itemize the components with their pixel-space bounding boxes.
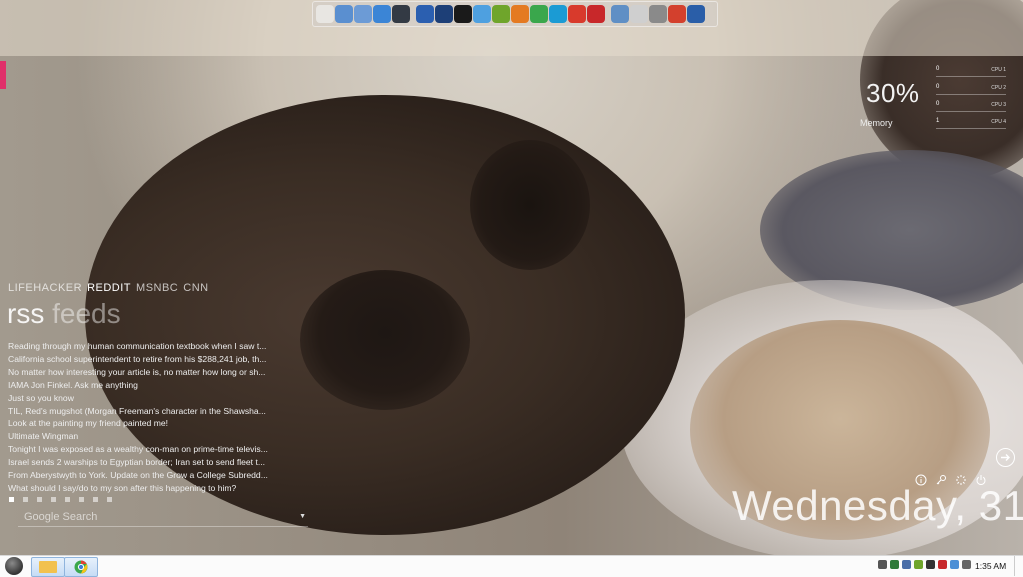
cpu-value: 0 <box>936 84 940 90</box>
rss-item[interactable]: Israel sends 2 warships to Egyptian bord… <box>8 456 273 469</box>
tab-reddit[interactable]: REDDIT <box>87 282 131 294</box>
rss-item[interactable]: From Aberystwyth to York. Update on the … <box>8 469 273 482</box>
ccleaner-icon[interactable] <box>668 5 686 23</box>
word-icon[interactable] <box>416 5 434 23</box>
cpu-meter-row: 0 CPU 1 <box>936 66 1006 77</box>
folder-icon <box>39 561 57 573</box>
rss-item[interactable]: Just so you know <box>8 392 273 405</box>
rss-tabs: LIFEHACKER REDDIT MSNBC CNN <box>8 282 209 294</box>
arrow-right-icon <box>1001 454 1010 461</box>
cpu-label: CPU 4 <box>991 119 1006 125</box>
photoshop-icon[interactable] <box>435 5 453 23</box>
rss-item[interactable]: Look at the painting my friend painted m… <box>8 417 273 430</box>
eye-icon[interactable] <box>611 5 629 23</box>
rss-title-primary: rss <box>7 298 45 329</box>
rss-item[interactable]: What should I say/do to my son after thi… <box>8 482 273 495</box>
blank-doc-icon[interactable] <box>316 5 334 23</box>
xmarks-icon[interactable] <box>568 5 586 23</box>
system-tray <box>878 560 971 569</box>
media-disc-icon[interactable] <box>454 5 472 23</box>
cpu-label: CPU 1 <box>991 67 1006 73</box>
page-dot[interactable] <box>37 497 42 502</box>
page-dot[interactable] <box>93 497 98 502</box>
chrome-icon <box>74 560 88 574</box>
taskbar-explorer-button[interactable] <box>31 557 65 577</box>
notes-icon[interactable] <box>630 5 648 23</box>
steam-icon[interactable] <box>392 5 410 23</box>
cpu-meter-row: 1 CPU 4 <box>936 118 1006 129</box>
cpu-meter-row: 0 CPU 2 <box>936 84 1006 95</box>
rss-feed-list: Reading through my human communication t… <box>8 340 273 495</box>
rss-item[interactable]: California school superintendent to reti… <box>8 353 273 366</box>
app-dock <box>312 1 718 27</box>
search-input[interactable] <box>18 509 300 525</box>
memory-label: Memory <box>860 118 893 128</box>
next-arrow-button[interactable] <box>996 448 1015 467</box>
flag-tray-icon[interactable] <box>950 560 959 569</box>
dock-separator <box>411 5 415 23</box>
folder-open-2-icon[interactable] <box>354 5 372 23</box>
wallpaper-pug-ear-shape <box>470 140 590 270</box>
date-display: Wednesday, 31 <box>732 482 1023 529</box>
taskbar-clock[interactable]: 1:35 AM <box>975 561 1006 571</box>
page-dot[interactable] <box>107 497 112 502</box>
rss-pagination <box>9 497 112 502</box>
clock-tray-icon[interactable] <box>878 560 887 569</box>
dropdown-arrow-icon[interactable]: ▼ <box>299 513 306 520</box>
cpu-label: CPU 2 <box>991 85 1006 91</box>
start-button[interactable] <box>5 557 23 575</box>
tab-lifehacker[interactable]: LIFEHACKER <box>8 282 82 294</box>
virtualbox-icon[interactable] <box>549 5 567 23</box>
accent-bar <box>0 61 6 89</box>
rss-title-secondary: feeds <box>44 298 121 329</box>
app-tray-icon[interactable] <box>938 560 947 569</box>
dock-separator <box>606 5 610 23</box>
taskbar: 1:35 AM <box>0 555 1023 577</box>
rss-item[interactable]: IAMA Jon Finkel. Ask me anything <box>8 379 273 392</box>
rss-item[interactable]: No matter how interesting your article i… <box>8 366 273 379</box>
page-dot[interactable] <box>9 497 14 502</box>
volume-tray-icon[interactable] <box>962 560 971 569</box>
database-icon[interactable] <box>687 5 705 23</box>
page-dot[interactable] <box>51 497 56 502</box>
tab-cnn[interactable]: CNN <box>183 282 208 294</box>
rss-widget-title: rss feeds <box>7 298 121 330</box>
cpu-meter-row: 0 CPU 3 <box>936 101 1006 112</box>
cpu-percent: 30% <box>866 78 920 108</box>
puzzle-red-icon[interactable] <box>587 5 605 23</box>
itunes-icon[interactable] <box>473 5 491 23</box>
display-tray-icon[interactable] <box>926 560 935 569</box>
cpu-value: 0 <box>936 101 940 107</box>
chrome-icon[interactable] <box>530 5 548 23</box>
cpu-label: CPU 3 <box>991 102 1006 108</box>
rss-item[interactable]: Reading through my human communication t… <box>8 340 273 353</box>
network-tray-icon[interactable] <box>890 560 899 569</box>
spotify-icon[interactable] <box>492 5 510 23</box>
page-dot[interactable] <box>79 497 84 502</box>
dropbox-icon[interactable] <box>373 5 391 23</box>
rss-item[interactable]: Tonight I was exposed as a wealthy con-m… <box>8 443 273 456</box>
page-dot[interactable] <box>65 497 70 502</box>
rss-item[interactable]: Ultimate Wingman <box>8 430 273 443</box>
google-search-box: ▼ <box>18 509 308 527</box>
tab-msnbc[interactable]: MSNBC <box>136 282 178 294</box>
monitor-tray-icon[interactable] <box>902 560 911 569</box>
taskbar-chrome-button[interactable] <box>64 557 98 577</box>
spotify-tray-icon[interactable] <box>914 560 923 569</box>
cpu-value: 0 <box>936 66 940 72</box>
rss-item[interactable]: TIL, Red's mugshot (Morgan Freeman's cha… <box>8 405 273 418</box>
show-desktop-button[interactable] <box>1014 556 1023 576</box>
wallpaper-pug-snout-shape <box>300 270 470 410</box>
firefox-icon[interactable] <box>511 5 529 23</box>
folder-open-icon[interactable] <box>335 5 353 23</box>
cpu-value: 1 <box>936 118 940 124</box>
tools-icon[interactable] <box>649 5 667 23</box>
page-dot[interactable] <box>23 497 28 502</box>
